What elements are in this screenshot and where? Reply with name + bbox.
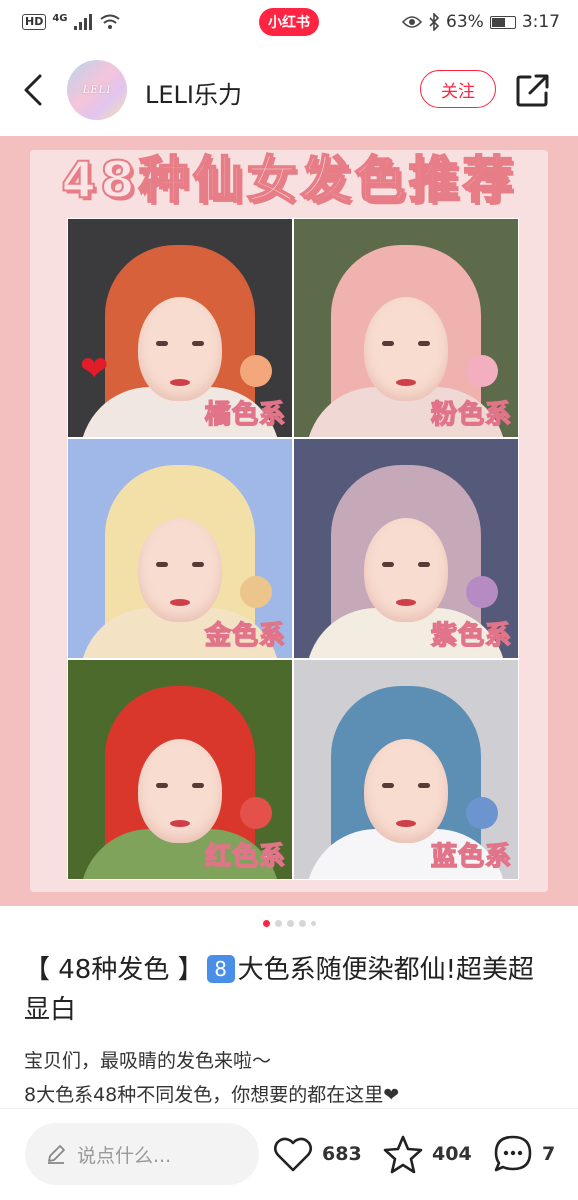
- note-header: LELI LELI乐力 关注: [0, 44, 578, 136]
- hair-color-cell: 粉色系: [293, 218, 519, 438]
- post-body-line: 8大色系48种不同发色，你想要的都在这里❤: [24, 1084, 400, 1106]
- face-shape: [138, 738, 222, 843]
- battery-icon: [489, 15, 516, 29]
- eye-icon: [402, 16, 423, 28]
- battery-percent: 63%: [446, 12, 484, 32]
- share-icon[interactable]: [516, 73, 550, 107]
- network-type: 4G: [52, 12, 68, 24]
- carousel-dot: [310, 921, 316, 926]
- hair-color-label: 紫色系: [430, 620, 512, 652]
- clock: 3:17: [521, 12, 560, 32]
- post-body: 宝贝们，最吸睛的发色来啦～ 8大色系48种不同发色，你想要的都在这里❤: [24, 1044, 564, 1112]
- lips-shape: [170, 819, 190, 827]
- color-swatch: [240, 355, 272, 387]
- like-button[interactable]: 683: [272, 1133, 362, 1175]
- lips-shape: [396, 378, 416, 386]
- author-name[interactable]: LELI乐力: [145, 75, 242, 110]
- avatar[interactable]: LELI: [67, 60, 127, 120]
- comment-icon: [494, 1135, 532, 1172]
- collect-button[interactable]: 404: [382, 1133, 472, 1175]
- heart-icon: [273, 1137, 313, 1172]
- lips-shape: [170, 598, 190, 606]
- status-bar: HD 4G 小红书 63% 3:17: [0, 0, 578, 44]
- color-swatch: [466, 355, 498, 387]
- bottom-action-bar: 说点什么... 683 404 7: [0, 1108, 578, 1200]
- post-body-line: 宝贝们，最吸睛的发色来啦～: [24, 1050, 272, 1072]
- hair-color-cell: 蓝色系: [293, 659, 519, 880]
- post-title-prefix: 【 48种发色 】: [24, 955, 204, 985]
- comment-placeholder: 说点什么...: [77, 1144, 172, 1167]
- hair-color-cell: 紫色系: [293, 438, 519, 659]
- carousel-dot: [274, 920, 282, 927]
- carousel-indicator: [0, 920, 578, 927]
- lips-shape: [170, 378, 190, 386]
- star-icon: [383, 1135, 423, 1174]
- cover-title: 48种仙女发色推荐: [60, 150, 517, 210]
- carousel-dot: [262, 920, 270, 927]
- color-swatch: [466, 576, 498, 608]
- wifi-icon: [99, 14, 120, 29]
- note-cover-image[interactable]: 48种仙女发色推荐 橘色系 ❤ 粉色系金色系 紫色系红色系 蓝色系: [0, 136, 578, 906]
- pencil-icon: [48, 1145, 65, 1164]
- face-shape: [138, 517, 222, 622]
- lips-shape: [396, 598, 416, 606]
- like-count: 683: [322, 1143, 362, 1165]
- number-badge: 8: [206, 955, 235, 983]
- signal-icon: [73, 14, 92, 30]
- bluetooth-icon: [429, 13, 440, 31]
- hair-color-label: 红色系: [204, 841, 286, 873]
- hair-color-label: 粉色系: [430, 399, 512, 431]
- app-badge: 小红书: [259, 8, 319, 36]
- comment-button[interactable]: 7: [492, 1133, 555, 1175]
- hair-color-label: 金色系: [204, 620, 286, 652]
- status-left: HD 4G: [22, 13, 120, 32]
- face-shape: [138, 297, 222, 402]
- hair-color-cell: 金色系: [67, 438, 293, 659]
- avatar-text: LELI: [82, 84, 112, 96]
- status-right: 63% 3:17: [402, 12, 560, 32]
- follow-button[interactable]: 关注: [420, 70, 496, 108]
- battery-fill: [491, 17, 506, 27]
- face-shape: [364, 297, 448, 402]
- carousel-dot: [286, 920, 294, 927]
- hair-color-grid: 橘色系 ❤ 粉色系金色系 紫色系红色系 蓝色系: [67, 218, 519, 880]
- hair-color-cell: 红色系: [67, 659, 293, 880]
- color-swatch: [466, 797, 498, 829]
- heart-icon: ❤: [80, 349, 109, 389]
- color-swatch: [240, 797, 272, 829]
- hair-color-cell: 橘色系 ❤: [67, 218, 293, 438]
- comment-count: 7: [542, 1143, 556, 1165]
- carousel-dot: [298, 920, 306, 927]
- lips-shape: [396, 819, 416, 827]
- hair-color-label: 橘色系: [204, 399, 286, 431]
- face-shape: [364, 517, 448, 622]
- comment-input[interactable]: 说点什么...: [25, 1123, 259, 1185]
- hair-color-label: 蓝色系: [430, 841, 512, 873]
- face-shape: [364, 738, 448, 843]
- color-swatch: [240, 576, 272, 608]
- post-title: 【 48种发色 】 8 大色系随便染都仙!超美超显白: [24, 950, 554, 1030]
- back-icon[interactable]: [18, 72, 50, 108]
- hd-badge: HD: [22, 14, 47, 30]
- collect-count: 404: [432, 1143, 472, 1165]
